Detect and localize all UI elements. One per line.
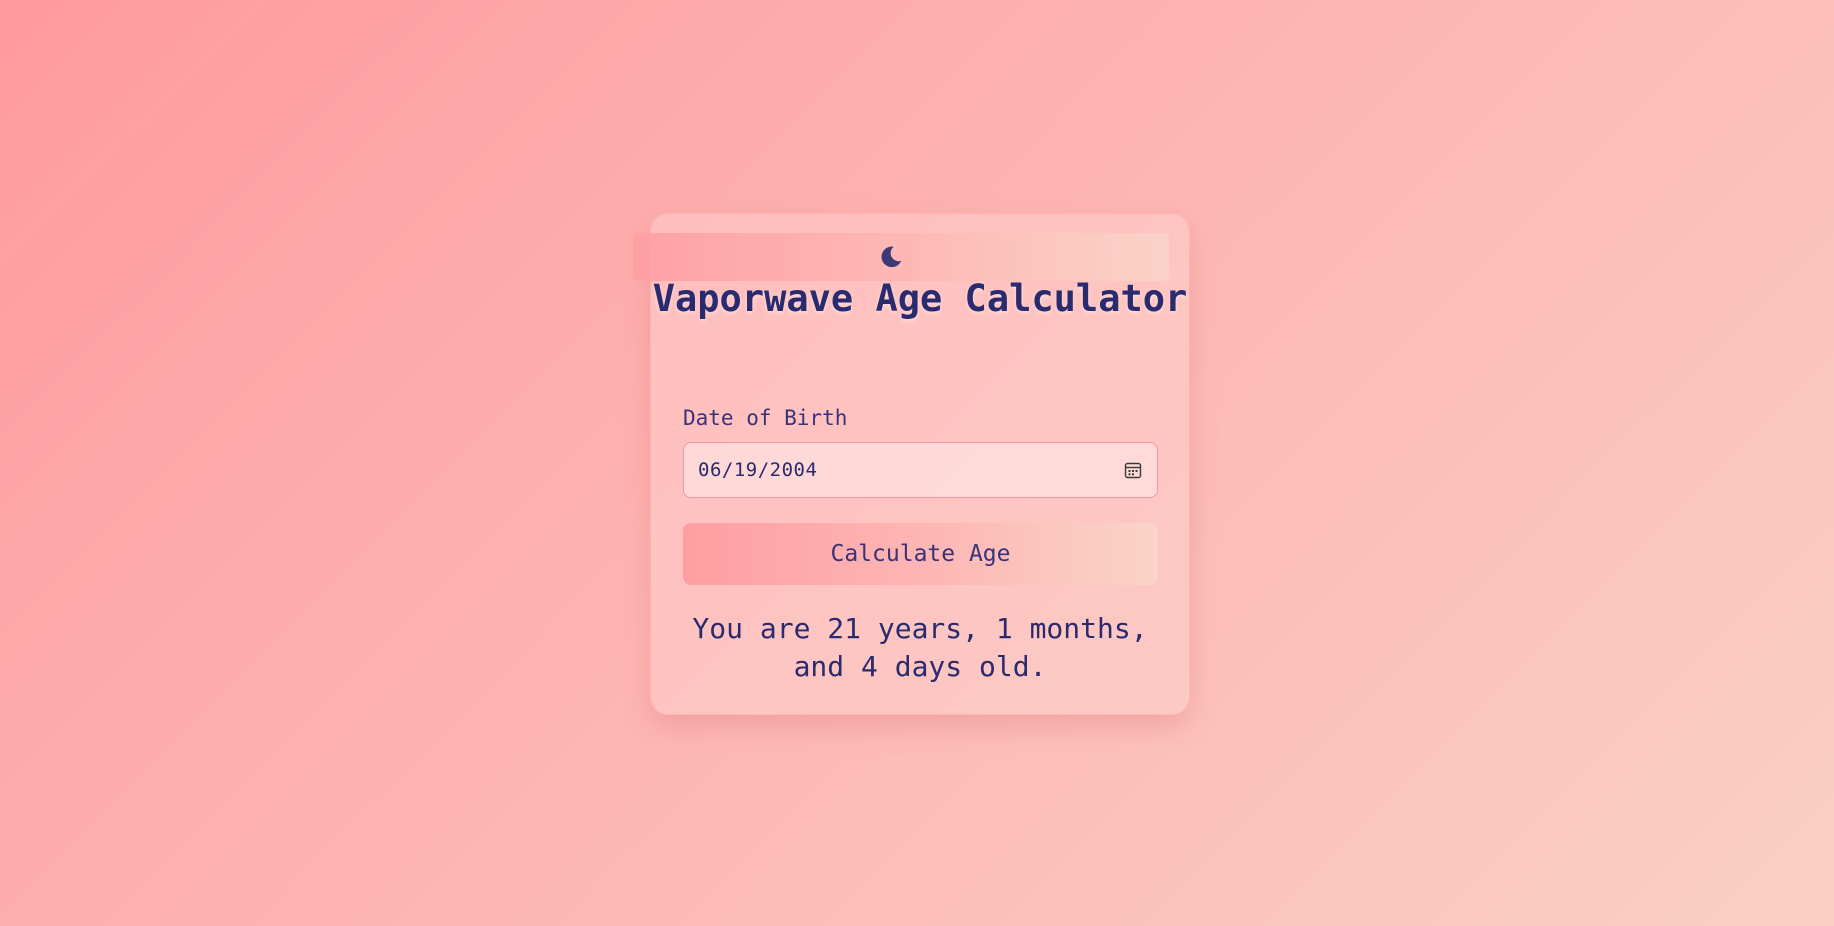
moon-icon [881,246,902,268]
dob-value: 06/19/2004 [698,459,818,481]
dob-date-input[interactable]: 06/19/2004 [683,442,1158,498]
age-result-text: You are 21 years, 1 months, and 4 days o… [692,612,1148,683]
page-title: Vaporwave Age Calculator [652,277,1188,320]
calendar-icon[interactable] [1123,460,1143,480]
dob-label: Date of Birth [683,406,848,430]
calculate-age-button[interactable]: Calculate Age [683,523,1158,585]
